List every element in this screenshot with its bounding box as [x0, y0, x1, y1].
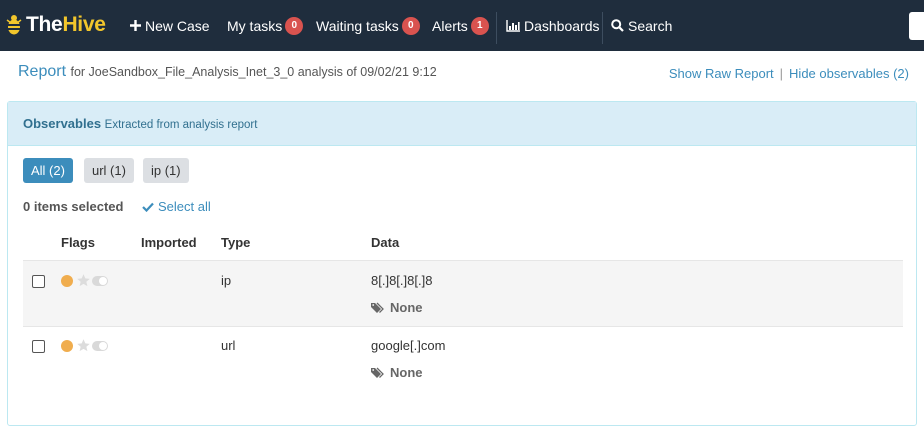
column-header-type: Type: [221, 235, 251, 250]
link-separator: |: [779, 66, 784, 81]
observables-panel: Observables Extracted from analysis repo…: [7, 101, 917, 426]
tlp-flag-icon[interactable]: [61, 340, 73, 352]
observable-data: google[.]com: [371, 338, 446, 353]
my-tasks-badge: 0: [285, 16, 304, 35]
observable-tags: None: [371, 300, 423, 315]
hive-bee-icon: [6, 15, 22, 35]
panel-subtitle: Extracted from analysis report: [104, 119, 258, 131]
check-icon: [142, 202, 154, 212]
observable-tags: None: [371, 365, 423, 380]
page-title: Report for JoeSandbox_File_Analysis_Inet…: [18, 63, 437, 81]
table-row: url google[.]com None: [23, 326, 903, 391]
dashboards-label: Dashboards: [524, 17, 600, 34]
search-label: Search: [628, 17, 673, 34]
report-subtitle: for JoeSandbox_File_Analysis_Inet_3_0 an…: [70, 65, 437, 79]
tlp-flag-icon[interactable]: [61, 275, 73, 287]
dashboards-link[interactable]: Dashboards: [506, 0, 600, 51]
tags-icon: [371, 367, 384, 378]
tags-label: None: [390, 300, 423, 315]
waiting-tasks-badge: 0: [401, 16, 420, 35]
column-header-flags: Flags: [61, 235, 95, 250]
top-navbar: TheHive New Case My tasks 0 Waiting task…: [0, 0, 924, 51]
brand-name: TheHive: [26, 13, 106, 36]
filter-ip-button[interactable]: ip (1): [143, 158, 189, 183]
toggle-icon[interactable]: [92, 276, 108, 286]
search-link[interactable]: Search: [611, 0, 672, 51]
plus-icon: [130, 20, 141, 31]
alerts-badge: 1: [470, 16, 489, 35]
report-title-label: Report: [18, 63, 67, 80]
row-checkbox[interactable]: [32, 340, 45, 353]
new-case-button[interactable]: New Case: [130, 0, 210, 51]
hide-observables-link[interactable]: Hide observables (2): [789, 66, 909, 81]
brand-logo[interactable]: TheHive: [4, 12, 106, 38]
panel-title: Observables: [23, 116, 102, 131]
row-checkbox[interactable]: [32, 275, 45, 288]
filter-all-button[interactable]: All (2): [23, 158, 73, 183]
observable-type: url: [221, 338, 236, 353]
column-header-imported: Imported: [141, 235, 197, 250]
search-input[interactable]: [909, 12, 924, 40]
panel-heading: Observables Extracted from analysis repo…: [8, 102, 916, 146]
show-raw-report-link[interactable]: Show Raw Report: [669, 66, 774, 81]
alerts-link[interactable]: Alerts 1: [432, 0, 489, 51]
tags-icon: [371, 302, 384, 313]
new-case-label: New Case: [145, 17, 210, 34]
waiting-tasks-link[interactable]: Waiting tasks 0: [316, 0, 420, 51]
my-tasks-label: My tasks: [227, 17, 283, 34]
selected-count: 0 items selected: [23, 199, 124, 214]
observable-data: 8[.]8[.]8[.]8: [371, 273, 433, 288]
toggle-icon[interactable]: [92, 341, 108, 351]
select-all-label: Select all: [158, 199, 211, 214]
star-icon[interactable]: [76, 338, 91, 353]
waiting-tasks-label: Waiting tasks: [316, 17, 399, 34]
nav-divider: [496, 12, 497, 44]
star-icon[interactable]: [76, 273, 91, 288]
tags-label: None: [390, 365, 423, 380]
table-row: ip 8[.]8[.]8[.]8 None: [23, 261, 903, 326]
bar-chart-icon: [506, 19, 520, 32]
filter-url-button[interactable]: url (1): [84, 158, 134, 183]
nav-divider: [602, 12, 603, 44]
my-tasks-link[interactable]: My tasks 0: [227, 0, 304, 51]
observable-type: ip: [221, 273, 232, 288]
alerts-label: Alerts: [432, 17, 468, 34]
report-actions: Show Raw Report | Hide observables (2): [669, 66, 909, 81]
column-header-data: Data: [371, 235, 400, 250]
search-icon: [611, 19, 624, 32]
select-all-link[interactable]: Select all: [142, 199, 211, 214]
